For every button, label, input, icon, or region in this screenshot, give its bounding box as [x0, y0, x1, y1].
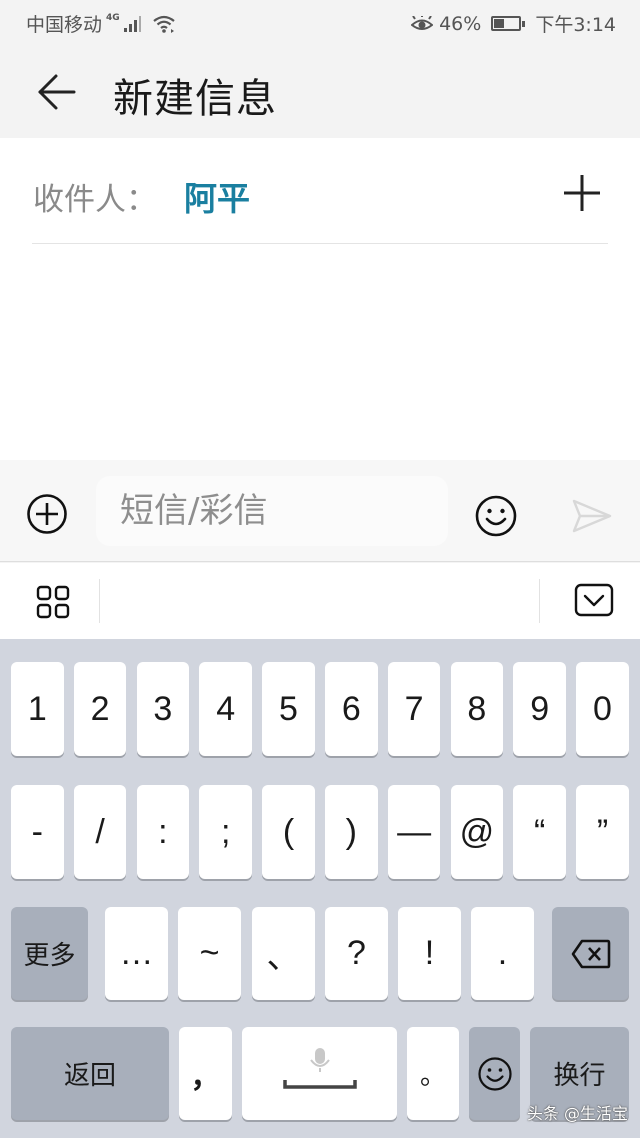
arrow-left-icon [38, 74, 76, 110]
keyboard-toolbar [0, 563, 640, 639]
message-input[interactable] [96, 476, 448, 546]
key-symbol[interactable]: ( [262, 785, 315, 879]
status-bar: 中国移动 4G 46% 下午3:14 [0, 0, 640, 44]
attach-button[interactable] [26, 493, 68, 535]
carrier-name: 中国移动 [26, 14, 103, 36]
back-button[interactable] [34, 72, 78, 112]
key-symbol[interactable]: ! [398, 907, 461, 1000]
key-symbol[interactable]: ; [199, 785, 252, 879]
key-digit[interactable]: 8 [450, 662, 504, 756]
key-symbol[interactable]: 、 [252, 907, 315, 1000]
key-emoji[interactable] [469, 1027, 520, 1120]
key-period-cn[interactable]: 。 [407, 1027, 459, 1120]
eye-comfort-icon [411, 15, 434, 30]
signal-icon [123, 15, 141, 32]
network-type: 4G [106, 12, 120, 23]
keyboard-menu-button[interactable] [36, 585, 70, 619]
key-symbol[interactable]: @ [450, 785, 504, 879]
key-comma[interactable]: ， [179, 1027, 232, 1120]
recipient-area: 收件人： 阿平 [0, 138, 640, 460]
key-digit[interactable]: 1 [11, 662, 64, 756]
chevron-down-box-icon [574, 583, 614, 617]
key-backspace[interactable] [552, 907, 629, 1000]
key-digit[interactable]: 6 [325, 662, 378, 756]
key-digit[interactable]: 7 [387, 662, 441, 756]
key-symbol[interactable]: … [105, 907, 168, 1000]
key-digit[interactable]: 9 [513, 662, 566, 756]
toolbar-separator [99, 579, 100, 623]
app-bar: 新建信息 [0, 44, 640, 138]
smiley-icon [477, 1056, 512, 1091]
backspace-icon [571, 939, 610, 968]
key-symbol[interactable]: ” [576, 785, 629, 879]
key-symbol[interactable]: ~ [178, 907, 241, 1000]
clock: 下午3:14 [535, 14, 616, 36]
battery-icon [491, 16, 526, 31]
page-title: 新建信息 [113, 76, 277, 122]
keyboard: 更多 返回 ， 。 换行 头条 @生活宝 1 2 3 4 5 6 7 8 9 0- /:;() — @ “… [0, 639, 640, 1138]
key-space[interactable] [242, 1027, 397, 1120]
toolbar-separator [539, 579, 540, 623]
key-symbol[interactable]: ) [325, 785, 378, 879]
key-symbol[interactable]: . [471, 907, 534, 1000]
plus-circle-icon [27, 494, 67, 534]
key-symbol[interactable]: “ [513, 785, 566, 879]
key-symbol[interactable]: ? [325, 907, 388, 1000]
compose-bar [0, 460, 640, 562]
key-digit[interactable]: 4 [199, 662, 252, 756]
key-digit[interactable]: 3 [136, 662, 190, 756]
recipient-contact[interactable]: 阿平 [184, 172, 250, 220]
recipient-label: 收件人： [33, 182, 157, 218]
key-symbol[interactable]: : [136, 785, 190, 879]
plus-icon [564, 175, 600, 211]
key-symbol[interactable]: — [387, 785, 441, 879]
grid-icon [36, 585, 70, 619]
send-icon [572, 499, 612, 533]
watermark: 头条 @生活宝 [526, 1104, 628, 1123]
battery-fill [494, 19, 505, 28]
hide-keyboard-button[interactable] [574, 583, 614, 619]
recipient-divider [32, 243, 608, 244]
status-left: 中国移动 4G [26, 10, 176, 37]
key-symbol[interactable]: / [73, 785, 127, 879]
key-digit[interactable]: 0 [576, 662, 629, 756]
send-button[interactable] [570, 498, 614, 534]
add-recipient-button[interactable] [562, 173, 602, 213]
status-right: 46% 下午3:14 [411, 10, 616, 37]
key-digit[interactable]: 2 [73, 662, 127, 756]
emoji-button[interactable] [474, 494, 518, 538]
battery-percent: 46% [439, 12, 482, 35]
wifi-icon [152, 15, 175, 33]
microphone-icon [282, 1047, 357, 1089]
key-more[interactable]: 更多 [11, 907, 88, 1000]
key-digit[interactable]: 5 [262, 662, 315, 756]
smiley-icon [475, 495, 517, 537]
key-back[interactable]: 返回 [11, 1027, 169, 1120]
key-symbol[interactable]: - [11, 785, 64, 879]
